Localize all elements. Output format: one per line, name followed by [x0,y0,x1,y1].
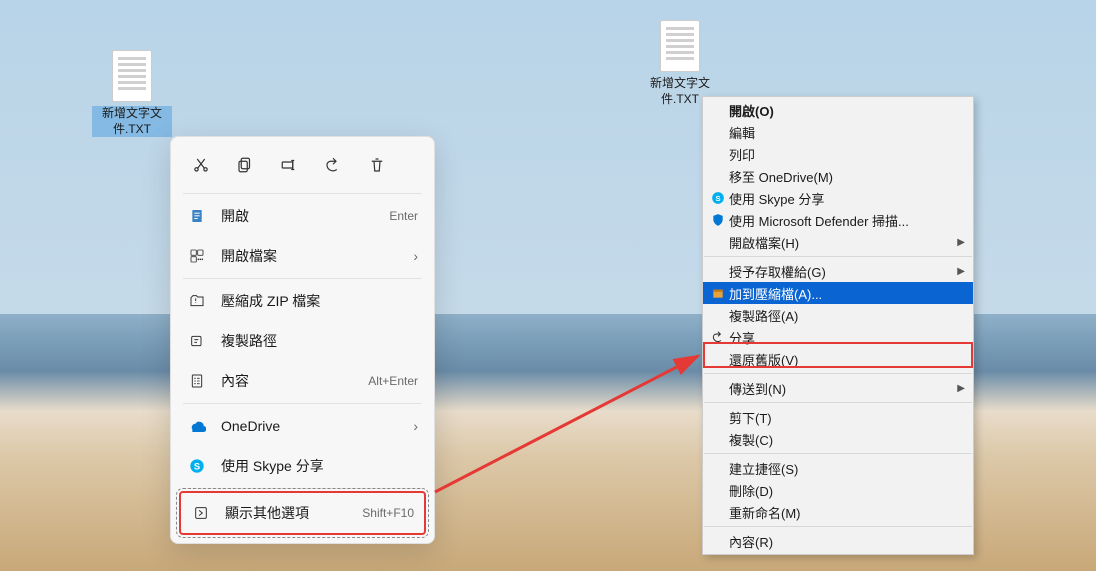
cmenu-print[interactable]: 列印 [703,143,973,165]
menu-open-with[interactable]: 開啟檔案 › [177,236,428,276]
zip-icon [187,291,207,311]
cmenu-copy[interactable]: 複製(C) [703,428,973,450]
file-text[interactable]: 新增文字文件.TXT [640,20,720,107]
context-toolbar [177,143,428,191]
cmenu-rename[interactable]: 重新命名(M) [703,501,973,523]
chevron-right-icon: › [413,248,418,264]
delete-button[interactable] [357,147,397,183]
chevron-right-icon: › [413,418,418,434]
svg-text:S: S [715,194,720,203]
cut-icon [192,156,210,174]
cmenu-create-shortcut[interactable]: 建立捷徑(S) [703,457,973,479]
skype-icon: S [187,456,207,476]
shield-icon [707,213,729,227]
menu-skype-share[interactable]: S 使用 Skype 分享 [177,446,428,486]
cmenu-share[interactable]: 分享 [703,326,973,348]
menu-copy-path[interactable]: 複製路徑 [177,321,428,361]
left-desktop: 新增文字文件.TXT [0,0,548,571]
right-desktop: 新增文字文件.TXT 開啟(O) 編輯 列印 移至 OneDrive(M) S … [548,0,1096,571]
skype-icon: S [707,191,729,205]
cmenu-defender-scan[interactable]: 使用 Microsoft Defender 掃描... [703,209,973,231]
onedrive-icon [187,416,207,436]
cmenu-restore-previous[interactable]: 還原舊版(V) [703,348,973,370]
cmenu-copy-path[interactable]: 複製路徑(A) [703,304,973,326]
context-menu-win11: 開啟 Enter 開啟檔案 › 壓縮成 ZIP 檔案 [170,136,435,544]
menu-open[interactable]: 開啟 Enter [177,196,428,236]
cmenu-send-to[interactable]: 傳送到(N)▶ [703,377,973,399]
menu-properties[interactable]: 內容 Alt+Enter [177,361,428,401]
delete-icon [368,156,386,174]
copy-button[interactable] [225,147,265,183]
share-icon [707,330,729,344]
file-label: 新增文字文件.TXT [92,106,172,137]
cmenu-grant-access[interactable]: 授予存取權給(G)▶ [703,260,973,282]
share-button[interactable] [313,147,353,183]
cmenu-move-onedrive[interactable]: 移至 OneDrive(M) [703,165,973,187]
more-icon [191,503,211,523]
copy-path-icon [187,331,207,351]
cmenu-open-with[interactable]: 開啟檔案(H)▶ [703,231,973,253]
cmenu-delete[interactable]: 刪除(D) [703,479,973,501]
cut-button[interactable] [181,147,221,183]
cmenu-properties[interactable]: 內容(R) [703,530,973,552]
file-text[interactable]: 新增文字文件.TXT [92,50,172,137]
menu-show-more-options[interactable]: 顯示其他選項 Shift+F10 [179,491,426,535]
cmenu-skype-share[interactable]: S 使用 Skype 分享 [703,187,973,209]
rename-button[interactable] [269,147,309,183]
svg-text:S: S [194,461,200,471]
cmenu-edit[interactable]: 編輯 [703,121,973,143]
cmenu-open[interactable]: 開啟(O) [703,99,973,121]
cmenu-cut[interactable]: 剪下(T) [703,406,973,428]
copy-icon [236,156,254,174]
menu-compress-zip[interactable]: 壓縮成 ZIP 檔案 [177,281,428,321]
text-file-icon [660,20,700,72]
rename-icon [280,156,298,174]
cmenu-add-archive[interactable]: 加到壓縮檔(A)... [703,282,973,304]
open-with-icon [187,246,207,266]
properties-icon [187,371,207,391]
doc-icon [187,206,207,226]
menu-onedrive[interactable]: OneDrive › [177,406,428,446]
archive-icon [707,286,729,300]
text-file-icon [112,50,152,102]
context-menu-classic: 開啟(O) 編輯 列印 移至 OneDrive(M) S 使用 Skype 分享… [702,96,974,555]
share-icon [324,156,342,174]
